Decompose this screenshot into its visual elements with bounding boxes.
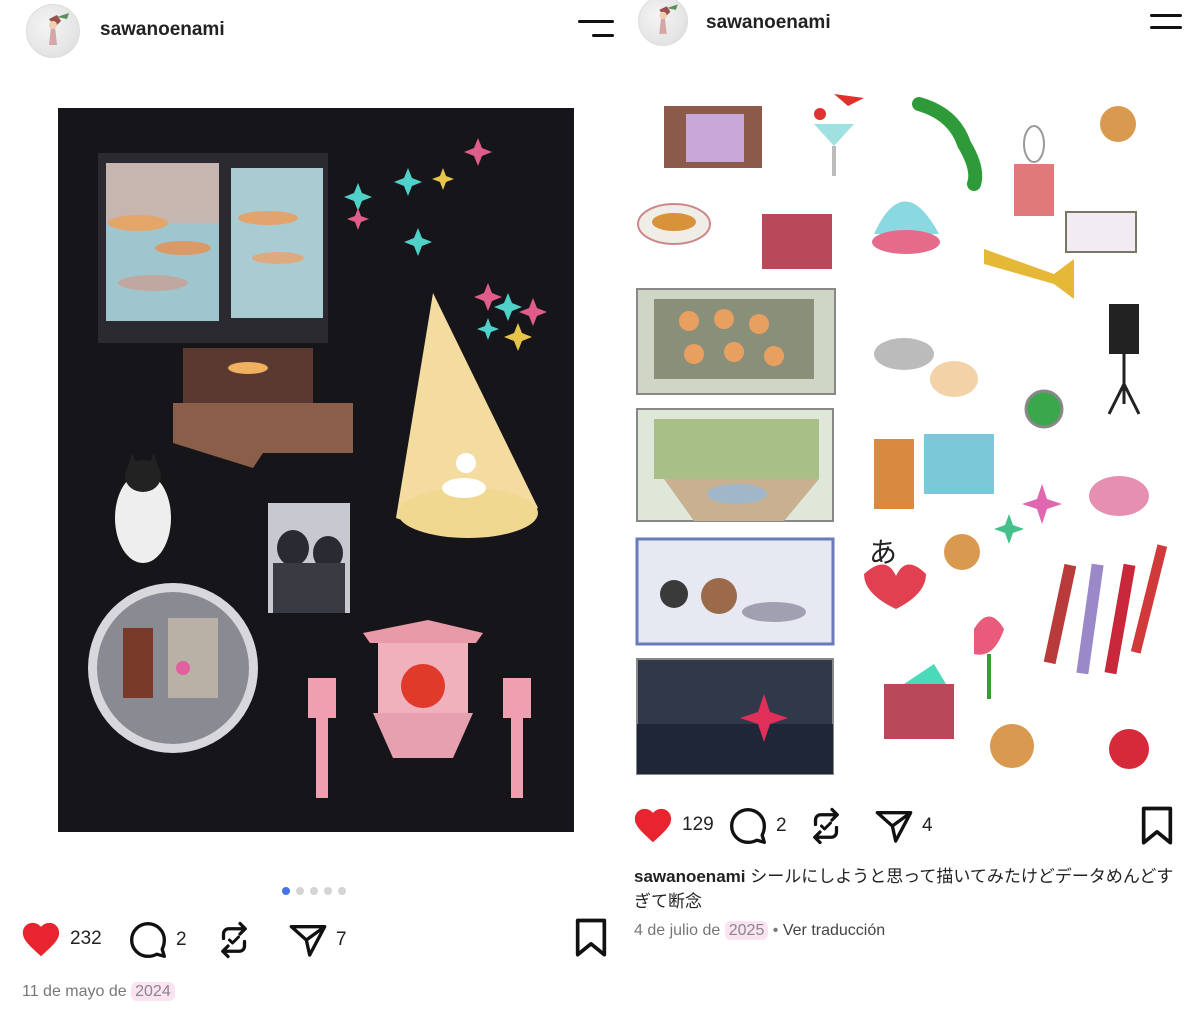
comment-icon xyxy=(730,808,766,844)
like-button[interactable]: 129 xyxy=(632,806,714,844)
share-button[interactable]: 7 xyxy=(288,920,347,960)
date-text: 11 de mayo de xyxy=(22,983,127,1000)
post-left: sawanoenami 232 2 7 11 de mayo de 2024 xyxy=(0,0,620,1018)
post-header: sawanoenami xyxy=(0,0,620,60)
heart-icon xyxy=(22,922,60,957)
bookmark-icon xyxy=(1141,806,1173,845)
artwork-illustration xyxy=(58,108,574,832)
send-icon xyxy=(875,811,913,843)
send-icon xyxy=(289,925,327,957)
like-button[interactable]: 232 xyxy=(20,920,102,958)
post-image[interactable]: あ xyxy=(634,84,1174,784)
repost-icon xyxy=(221,921,247,959)
carousel-dot[interactable] xyxy=(310,887,318,895)
post-right: sawanoenami あ 129 2 4 sawanoenami シールにしよ… xyxy=(620,0,1200,1018)
post-date: 11 de mayo de 2024 xyxy=(22,982,175,1001)
post-date: 4 de julio de 2025 • Ver traducción xyxy=(634,921,885,940)
post-caption: sawanoenami シールにしようと思って描いてみたけどデータめんどすぎて断… xyxy=(634,864,1184,914)
username[interactable]: sawanoenami xyxy=(706,12,831,34)
carousel-dot[interactable] xyxy=(282,887,290,895)
heart-icon xyxy=(634,808,672,843)
date-separator: • xyxy=(772,922,779,939)
carousel-dot[interactable] xyxy=(296,887,304,895)
avatar-image xyxy=(659,4,678,34)
comment-count: 2 xyxy=(176,929,187,950)
post-header: sawanoenami xyxy=(620,0,1200,60)
comment-count: 2 xyxy=(776,815,787,836)
share-button[interactable]: 4 xyxy=(874,806,933,846)
date-year: 2024 xyxy=(131,982,175,1001)
repost-icon xyxy=(813,807,839,845)
artwork-illustration: あ xyxy=(634,84,1174,784)
bookmark-button[interactable] xyxy=(1140,806,1174,851)
menu-icon[interactable] xyxy=(576,18,614,40)
bookmark-icon xyxy=(575,918,607,957)
avatar[interactable] xyxy=(638,0,688,46)
caption-username[interactable]: sawanoenami xyxy=(634,867,746,886)
carousel-dot[interactable] xyxy=(338,887,346,895)
post-image[interactable] xyxy=(58,108,574,832)
bookmark-button[interactable] xyxy=(574,918,608,963)
avatar[interactable] xyxy=(26,4,80,58)
repost-button[interactable] xyxy=(808,806,852,846)
date-text: 4 de julio de xyxy=(634,922,721,939)
date-year: 2025 xyxy=(724,921,769,940)
repost-button[interactable] xyxy=(216,920,260,960)
comment-icon xyxy=(130,922,166,958)
avatar-image xyxy=(49,13,69,45)
carousel-indicator xyxy=(282,887,346,895)
svg-text:あ: あ xyxy=(869,537,897,568)
menu-icon[interactable] xyxy=(1144,12,1182,34)
share-count: 7 xyxy=(336,929,347,950)
share-count: 4 xyxy=(922,815,933,836)
username[interactable]: sawanoenami xyxy=(100,19,225,41)
like-count: 129 xyxy=(682,814,714,835)
like-count: 232 xyxy=(70,928,102,949)
comment-button[interactable]: 2 xyxy=(128,920,187,960)
action-bar: 232 2 7 xyxy=(20,918,620,962)
translate-link[interactable]: Ver traducción xyxy=(783,922,885,939)
action-bar: 129 2 4 xyxy=(632,806,1192,850)
carousel-dot[interactable] xyxy=(324,887,332,895)
comment-button[interactable]: 2 xyxy=(728,806,787,846)
